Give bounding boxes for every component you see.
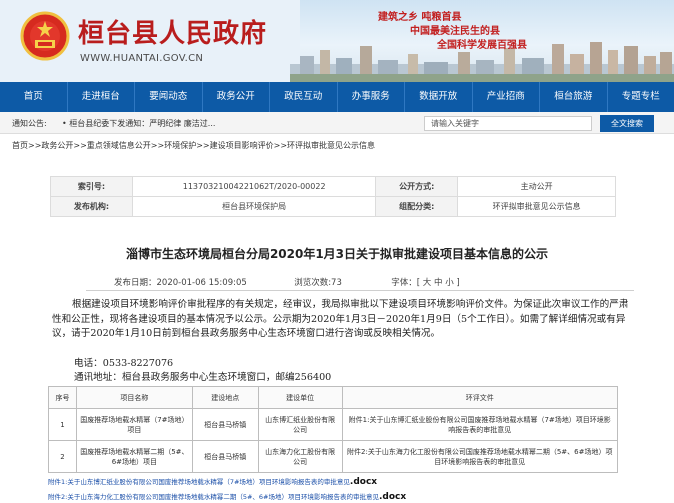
nav-item-topics[interactable]: 专题专栏 [608,82,674,112]
attachment-name[interactable]: 附件2:关于山东海力化工股份有限公司国废推荐场地载水精幂二期（5#、6#场地）项… [48,493,379,501]
table-row: 2 国废推荐场地载水精幂二期（5#、6#场地）项目 桓台县马桥镇 山东海力化工股… [48,440,618,473]
nav-item-tourism[interactable]: 桓台旅游 [540,82,608,112]
scope-value: 主动公开 [457,176,616,197]
contact-address: 通讯地址：桓台县政务服务中心生态环境窗口，邮编256400 [74,372,332,383]
site-header: 桓台县人民政府 WWW.HUANTAI.GOV.CN 建筑之乡 吨粮首县 中国最… [0,0,674,82]
site-url: WWW.HUANTAI.GOV.CN [80,53,204,64]
table-cell: 国废推荐场地载水精幂（7#场地）项目 [75,408,193,441]
search-button[interactable]: 全文搜索 [600,115,654,132]
column-header: 环评文件 [341,386,618,409]
table-cell: 附件2:关于山东海力化工股份有限公司国废推荐场地载水精幂二期（5#、6#场地）项… [341,440,618,473]
document-body: 根据建设项目环境影响评价审批程序的有关规定，经审议，我局拟审批以下建设项目环境影… [52,299,629,339]
nav-item-open-data[interactable]: 数据开放 [405,82,473,112]
table-cell: 1 [48,408,77,441]
document-meta: 发布日期：2020-01-06 15:09:05 浏览次数:73 字体：[ 大 … [114,276,460,288]
divider [86,290,634,291]
site-title[interactable]: 桓台县人民政府 [78,13,267,50]
main-nav: 首页 走进桓台 要闻动态 政务公开 政民互动 办事服务 数据开放 产业招商 桓台… [0,82,674,112]
nav-item-news[interactable]: 要闻动态 [135,82,203,112]
document-title: 淄博市生态环境局桓台分局2020年1月3日关于拟审批建设项目基本信息的公示 [125,247,549,261]
font-size-switcher[interactable]: 字体：[ 大 中 小 ] [391,278,459,288]
contact-phone: 电话：0533-8227076 [74,358,174,369]
nav-item-services[interactable]: 办事服务 [338,82,405,112]
category-value: 环评拟审批意见公示信息 [457,196,616,217]
nav-item-home[interactable]: 首页 [0,82,68,112]
table-cell: 附件1:关于山东博汇纸业股份有限公司国废推荐场地载水精幂（7#场地）项目环境影响… [341,408,618,441]
notice-label: 通知公告: [12,119,47,128]
nav-item-gov-affairs[interactable]: 政务公开 [203,82,270,112]
publisher-value: 桓台县环境保护局 [131,196,377,217]
attachment-link-1[interactable]: 附件1:关于山东博汇纸业股份有限公司国废推荐场地载水精幂（7#场地）项目环境影响… [48,476,377,487]
attachment-name[interactable]: 附件1:关于山东博汇纸业股份有限公司国废推荐场地载水精幂（7#场地）项目环境影响… [48,478,350,486]
publisher-label: 发布机构: [50,196,133,217]
table-header-row: 序号 项目名称 建设地点 建设单位 环评文件 [48,386,618,409]
nav-item-about[interactable]: 走进桓台 [68,82,135,112]
table-row: 1 国废推荐场地载水精幂（7#场地）项目 桓台县马桥镇 山东博汇纸业股份有限公司… [48,408,618,441]
project-table: 序号 项目名称 建设地点 建设单位 环评文件 1 国废推荐场地载水精幂（7#场地… [48,386,618,473]
table-cell: 山东博汇纸业股份有限公司 [257,408,343,441]
column-header: 序号 [48,386,77,409]
document-info-table: 索引号: 11370321004221062T/2020-00022 公开方式:… [50,176,616,217]
table-cell: 国废推荐场地载水精幂二期（5#、6#场地）项目 [75,440,193,473]
column-header: 项目名称 [75,386,193,409]
table-cell: 桓台县马桥镇 [191,408,259,441]
search-input[interactable]: 请输入关键字 [424,116,592,131]
category-label: 组配分类: [375,196,459,217]
breadcrumb[interactable]: 首页>>政务公开>>重点领域信息公开>>环境保护>>建设项目影响评价>>环评拟审… [12,140,375,151]
attachment-extension: .docx [349,477,378,487]
attachment-extension: .docx [379,492,407,502]
table-cell: 桓台县马桥镇 [191,440,259,473]
nav-item-investment[interactable]: 产业招商 [473,82,540,112]
notice-ticker-link[interactable]: • 桓台县纪委下发通知：严明纪律 廉洁过... [62,118,215,129]
slogan-3: 全国科学发展百强县 [437,40,527,51]
slogan-2: 中国最美注民生的县 [410,26,500,37]
national-emblem-icon [20,11,70,61]
view-count: 浏览次数:73 [294,278,342,288]
slogan-1: 建筑之乡 吨粮首县 [378,12,462,23]
table-cell: 山东海力化工股份有限公司 [257,440,343,473]
scope-label: 公开方式: [375,176,459,197]
index-value: 11370321004221062T/2020-00022 [131,176,377,197]
publish-date: 发布日期：2020-01-06 15:09:05 [114,278,247,288]
index-label: 索引号: [50,176,133,197]
notice-bar: 通知公告: • 桓台县纪委下发通知：严明纪律 廉洁过... 请输入关键字 全文搜… [0,112,674,134]
attachment-link-2[interactable]: 附件2:关于山东海力化工股份有限公司国废推荐场地载水精幂二期（5#、6#场地）项… [48,491,406,502]
nav-item-interaction[interactable]: 政民互动 [270,82,338,112]
table-cell: 2 [48,440,77,473]
column-header: 建设地点 [191,386,259,409]
column-header: 建设单位 [257,386,343,409]
